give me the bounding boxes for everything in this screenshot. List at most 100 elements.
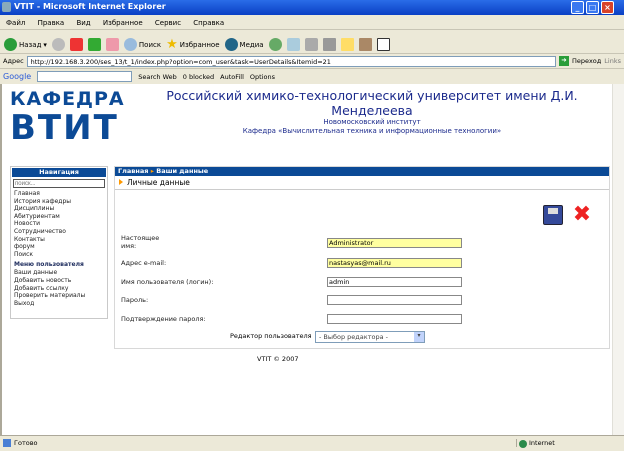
- print-icon[interactable]: [304, 38, 318, 51]
- user-item-logout[interactable]: Выход: [12, 300, 106, 308]
- history-icon[interactable]: [268, 38, 282, 51]
- globe-icon: [519, 440, 527, 448]
- search-label: Поиск: [138, 40, 162, 49]
- password-confirm-label: Подтверждение пароля:: [121, 315, 206, 323]
- footer-text: VTIT © 2007: [257, 355, 299, 363]
- user-menu-title: Меню пользователя: [14, 261, 84, 269]
- university-name: Российский химико-технологический универ…: [166, 88, 578, 118]
- media-icon: [224, 38, 238, 51]
- vertical-scrollbar[interactable]: [612, 84, 624, 435]
- password-label: Пароль:: [121, 296, 149, 304]
- sidebar-item-disciplines[interactable]: Дисциплины: [12, 205, 106, 213]
- edit-icon[interactable]: [322, 38, 336, 51]
- breadcrumb-separator-icon: ▸: [150, 167, 154, 175]
- messenger-icon[interactable]: [376, 38, 390, 51]
- google-toolbar: Google Search Web 0 blocked AutoFill Opt…: [0, 69, 624, 84]
- logo-bottom: ВТИТ: [10, 108, 119, 148]
- chevron-down-icon: ▾: [414, 332, 424, 342]
- sidebar-item-contacts[interactable]: Контакты: [12, 236, 106, 244]
- media-button[interactable]: Медиа: [224, 38, 264, 51]
- menu-favorites[interactable]: Избранное: [103, 19, 143, 27]
- username-input[interactable]: admin: [327, 277, 462, 287]
- sidebar-item-cooperation[interactable]: Сотрудничество: [12, 228, 106, 236]
- favorites-label: Избранное: [179, 40, 220, 49]
- logo-top: КАФЕДРА: [10, 88, 125, 110]
- sidebar-title: Навигация: [12, 168, 106, 177]
- sidebar-item-search[interactable]: Поиск: [12, 251, 106, 259]
- google-logo[interactable]: Google: [3, 72, 31, 81]
- sidebar-item-history[interactable]: История кафедры: [12, 198, 106, 206]
- go-arrow-icon[interactable]: ➜: [558, 56, 569, 66]
- status-bar: Готово Internet: [0, 435, 624, 451]
- popup-blocked-button[interactable]: 0 blocked: [183, 73, 214, 81]
- real-name-label: Настоящее имя:: [121, 234, 160, 250]
- breadcrumb-current: Ваши данные: [156, 167, 209, 175]
- sidebar: Навигация Главная История кафедры Дисцип…: [10, 166, 108, 319]
- home-icon[interactable]: [105, 38, 119, 51]
- user-item-your-data[interactable]: Ваши данные: [12, 269, 106, 277]
- editor-label: Редактор пользователя: [230, 332, 312, 340]
- search-icon: [123, 38, 137, 51]
- go-button[interactable]: Переход: [572, 57, 601, 65]
- menu-edit[interactable]: Правка: [38, 19, 65, 27]
- editor-select[interactable]: - Выбор редактора - ▾: [315, 331, 425, 343]
- email-label: Адрес e-mail:: [121, 259, 167, 267]
- sidebar-item-applicants[interactable]: Абитуриентам: [12, 213, 106, 221]
- site-header: КАФЕДРА ВТИТ Российский химико-технологи…: [6, 86, 610, 160]
- email-input[interactable]: nastasyas@mail.ru: [327, 258, 462, 268]
- title-bar: VTIT - Microsoft Internet Explorer _ □ ×: [0, 0, 624, 15]
- department-name: Кафедра «Вычислительная техника и информ…: [242, 127, 502, 135]
- sidebar-item-home[interactable]: Главная: [12, 190, 106, 198]
- user-item-add-news[interactable]: Добавить новость: [12, 277, 106, 285]
- username-label: Имя пользователя (логин):: [121, 278, 214, 286]
- back-arrow-icon: [4, 38, 17, 51]
- password-input[interactable]: [327, 295, 462, 305]
- menu-file[interactable]: Файл: [6, 19, 25, 27]
- search-web-button[interactable]: Search Web: [138, 73, 177, 81]
- site-logo: КАФЕДРА ВТИТ: [10, 88, 130, 158]
- breadcrumb-home[interactable]: Главная: [118, 167, 148, 175]
- address-input[interactable]: http://192.168.3.200/ses_13/t_1/index.ph…: [26, 55, 556, 67]
- mail-icon[interactable]: [286, 38, 300, 51]
- minimize-button[interactable]: _: [571, 1, 584, 14]
- refresh-icon[interactable]: [87, 38, 101, 51]
- page-icon: [3, 439, 11, 447]
- address-label: Адрес: [3, 57, 24, 65]
- back-label: Назад: [19, 40, 42, 49]
- user-item-add-link[interactable]: Добавить ссылку: [12, 285, 106, 293]
- back-button[interactable]: Назад ▾: [4, 38, 47, 51]
- menu-help[interactable]: Справка: [193, 19, 224, 27]
- status-text: Готово: [14, 439, 38, 447]
- note-icon[interactable]: [340, 38, 354, 51]
- favorites-button[interactable]: ★ Избранное: [166, 37, 219, 52]
- window-title: VTIT - Microsoft Internet Explorer: [14, 2, 166, 11]
- cancel-button[interactable]: ✖: [571, 204, 593, 227]
- menu-view[interactable]: Вид: [76, 19, 90, 27]
- maximize-button[interactable]: □: [586, 1, 599, 14]
- save-button[interactable]: [543, 205, 563, 225]
- menu-tools[interactable]: Сервис: [155, 19, 181, 27]
- options-button[interactable]: Options: [250, 73, 275, 81]
- main-panel: Главная ▸ Ваши данные Личные данные ✖ На…: [114, 166, 610, 349]
- sidebar-item-forum[interactable]: форум: [12, 243, 106, 251]
- page-title: Личные данные: [115, 176, 609, 190]
- stop-icon[interactable]: [69, 38, 83, 51]
- ie-icon: [2, 2, 11, 12]
- page-content: КАФЕДРА ВТИТ Российский химико-технологи…: [0, 84, 624, 435]
- autofill-button[interactable]: AutoFill: [220, 73, 244, 81]
- search-button[interactable]: Поиск: [123, 38, 162, 51]
- toolbar: Назад ▾ Поиск ★ Избранное Медиа: [0, 31, 624, 54]
- research-icon[interactable]: [358, 38, 372, 51]
- security-zone: Internet: [516, 439, 555, 448]
- user-item-check-materials[interactable]: Проверить материалы: [12, 292, 106, 300]
- google-search-input[interactable]: [37, 71, 133, 82]
- sidebar-search-input[interactable]: [13, 179, 105, 188]
- menu-bar: Файл Правка Вид Избранное Сервис Справка: [0, 15, 624, 30]
- password-confirm-input[interactable]: [327, 314, 462, 324]
- real-name-input[interactable]: Administrator: [327, 238, 462, 248]
- close-button[interactable]: ×: [601, 1, 614, 14]
- sidebar-item-news[interactable]: Новости: [12, 220, 106, 228]
- forward-button[interactable]: [51, 38, 65, 51]
- breadcrumb: Главная ▸ Ваши данные: [115, 167, 609, 176]
- links-button[interactable]: Links: [604, 57, 621, 65]
